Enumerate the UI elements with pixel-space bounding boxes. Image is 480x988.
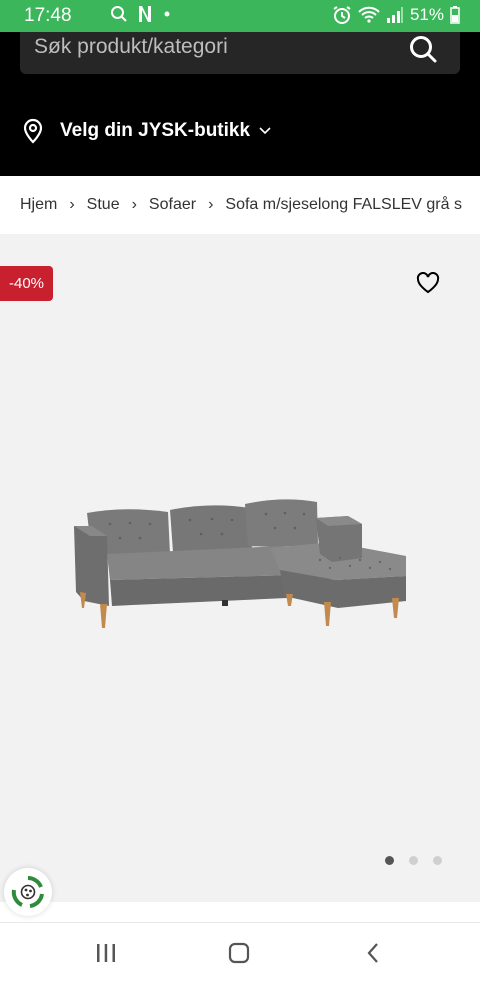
pagination-dot[interactable] [409,856,418,865]
image-pagination [385,856,442,865]
chevron-right-icon: › [69,196,75,213]
heart-icon[interactable] [416,272,440,294]
chevron-right-icon: › [208,196,214,213]
chevron-right-icon: › [131,196,137,213]
breadcrumb-item-stue[interactable]: Stue [87,196,120,214]
signal-icon [386,7,403,23]
android-nav-bar [0,922,480,988]
netflix-icon [139,6,151,22]
notification-icons [110,5,172,23]
alarm-icon [333,6,351,24]
pagination-dot[interactable] [385,856,394,865]
wifi-icon [358,6,380,23]
store-selector[interactable]: Velg din JYSK-butikk [22,118,272,144]
location-pin-icon [23,118,43,144]
pagination-dot[interactable] [433,856,442,865]
discount-badge: -40% [0,266,53,301]
breadcrumb-item-current: Sofa m/sjeselong FALSLEV grå s [225,196,462,213]
breadcrumb-item-sofaer[interactable]: Sofaer [149,196,196,214]
battery-percent: 51% [409,5,444,24]
system-icons: 51% [332,4,460,26]
search-icon[interactable] [408,34,438,64]
home-icon[interactable] [227,941,251,965]
back-icon[interactable] [362,941,386,965]
recycle-icon [11,876,44,908]
chevron-down-icon [259,127,271,135]
breadcrumb: Hjem › Stue › Sofaer › Sofa m/sjeselong … [0,176,480,234]
battery-icon [450,6,460,24]
breadcrumb-item-home[interactable]: Hjem [20,196,57,214]
search-notification-icon [111,6,127,22]
product-image-sofa [74,499,406,628]
product-image-gallery[interactable]: -40% [0,234,480,902]
search-input[interactable]: Søk produkt/kategori [34,35,228,59]
status-bar: 17:48 51% [0,0,480,32]
dot-icon [164,11,170,17]
recycle-badge[interactable] [4,868,52,916]
status-time: 17:48 [24,5,72,26]
recent-apps-icon[interactable] [94,941,118,965]
site-header: Søk produkt/kategori Velg din JYSK-butik… [0,32,480,176]
store-selector-label[interactable]: Velg din JYSK-butikk [60,120,250,142]
search-bar[interactable]: Søk produkt/kategori [20,32,460,74]
